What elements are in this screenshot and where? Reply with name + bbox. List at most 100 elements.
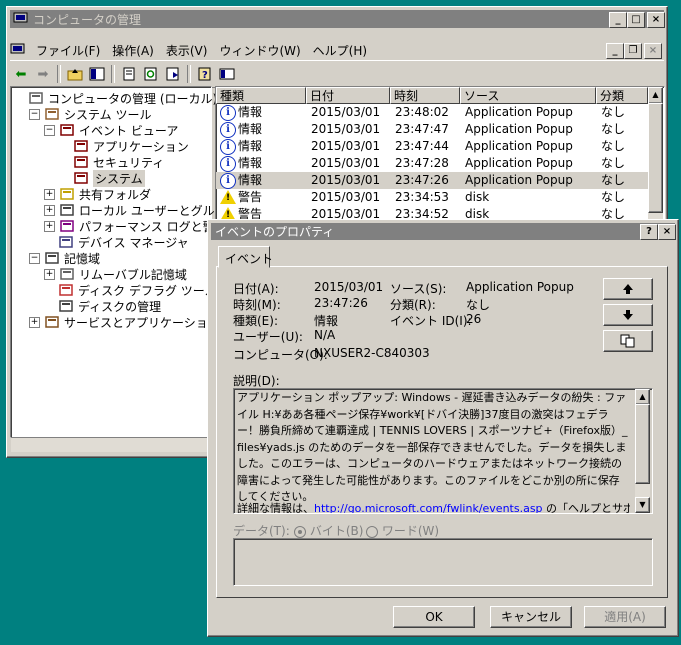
dialog-close-button[interactable]: × [658,224,676,240]
description-textbox[interactable]: アプリケーション ポップアップ: Windows - 遅延書き込みデータの紛失 … [233,388,653,514]
expand-icon[interactable]: + [44,188,55,200]
cell-date: 2015/03/01 [311,173,381,187]
description-scroll-down[interactable]: ▼ [635,497,650,513]
tree-item-label: システム ツール [64,107,152,122]
cancel-button[interactable]: キャンセル [490,606,572,628]
tree-item-label: パフォーマンス ログと警告 [79,219,227,234]
expand-icon[interactable]: + [44,220,55,232]
help-icon[interactable]: ? [194,64,216,84]
description-vscroll[interactable]: ▲ ▼ [635,389,650,513]
data-label: データ(T): [233,524,290,538]
copy-button[interactable] [603,330,653,352]
tree-item[interactable]: − イベント ビューア [44,122,178,138]
description-link[interactable]: http://go.microsoft.com/fwlink/events.as… [314,502,543,513]
cell-category: なし [601,122,626,136]
radio-bytes-icon [294,525,306,538]
disk-icon [58,299,74,313]
apply-button[interactable]: 適用(A) [584,606,666,628]
column-header-source[interactable]: ソース [460,87,596,104]
user-label: ユーザー(U): [233,330,303,344]
cell-source: Application Popup [465,105,573,119]
up-folder-icon[interactable] [64,64,86,84]
dialog-titlebar[interactable]: イベントのプロパティ [211,223,675,240]
refresh-icon[interactable] [140,64,162,84]
event-row[interactable]: ! 警告 2015/03/01 23:34:53 disk なし [216,189,648,206]
column-header-type[interactable]: 種類 [216,87,306,104]
info-icon: i [220,139,236,155]
main-window-title: コンピュータの管理 [33,12,142,27]
description-scroll-up[interactable]: ▲ [635,389,650,405]
collapse-icon[interactable]: − [29,252,40,264]
event-row[interactable]: i 情報 2015/03/01 23:47:26 Application Popup なし [216,172,648,189]
next-event-button[interactable] [603,304,653,326]
event-row[interactable]: i 情報 2015/03/01 23:47:44 Application Popup なし [216,138,648,155]
cell-type: 情報 [238,156,263,170]
tree-item-label: ディスク デフラグ ツール [78,283,217,298]
column-header-date[interactable]: 日付 [306,87,390,104]
collapse-icon[interactable]: − [44,124,55,136]
user-value: N/A [314,328,336,342]
expand-icon[interactable]: + [29,316,40,328]
tree-item[interactable]: − 記憶域 [29,250,100,266]
menu-action[interactable]: 操作(A) [106,42,160,59]
column-header-time[interactable]: 時刻 [390,87,460,104]
ok-button[interactable]: OK [393,606,475,628]
maximize-button[interactable]: □ [627,12,645,28]
radio-bytes[interactable]: バイト(B) [294,522,363,539]
show-tree-icon[interactable] [86,64,108,84]
minimize-button[interactable]: _ [609,12,627,28]
cell-date: 2015/03/01 [311,156,381,170]
collapse-icon[interactable]: − [29,108,40,120]
menu-view[interactable]: 表示(V) [160,42,214,59]
data-textbox[interactable] [233,538,653,586]
tree-item[interactable]: + リムーバブル記憶域 [44,266,187,282]
tree-item[interactable]: + ローカル ユーザーとグループ [44,202,238,218]
export-list-icon[interactable] [162,64,184,84]
computer-value: NXUSER2-C840303 [314,346,430,360]
tree-item[interactable]: システム [59,169,145,187]
cell-type: 情報 [238,173,263,187]
tree-item[interactable]: セキュリティ [59,154,164,170]
expand-icon[interactable]: + [44,268,55,280]
tree-item[interactable]: コンピュータの管理 (ローカル) [14,90,217,106]
close-button[interactable]: × [647,12,665,28]
menu-help[interactable]: ヘルプ(H) [307,42,373,59]
tree-item-label: サービスとアプリケーション [64,315,220,330]
menu-file[interactable]: ファイル(F) [30,42,106,59]
scroll-thumb[interactable] [648,103,663,213]
tree-item[interactable]: + パフォーマンス ログと警告 [44,218,227,234]
console-icon[interactable] [216,64,238,84]
forward-arrow-icon[interactable]: ➡ [32,64,54,84]
menu-window[interactable]: ウィンドウ(W) [213,42,306,59]
scroll-up-button[interactable]: ▲ [648,87,663,104]
expand-icon[interactable]: + [44,204,55,216]
tree-item[interactable]: ディスク デフラグ ツール [44,282,217,298]
back-arrow-icon[interactable]: ⬅ [10,64,32,84]
dialog-help-button[interactable]: ? [640,224,658,240]
tree-item[interactable]: デバイス マネージャ [44,234,189,250]
source-label: ソース(S): [390,282,447,296]
event-row[interactable]: i 情報 2015/03/01 23:47:47 Application Popup なし [216,121,648,138]
tree-pane[interactable]: コンピュータの管理 (ローカル) − システム ツール − イベント ビューア アプリケー… [10,86,238,438]
tree-item[interactable]: ディスクの管理 [44,298,161,314]
child-close-button[interactable]: × [644,43,662,59]
tree-item[interactable]: + 共有フォルダ [44,186,151,202]
previous-event-button[interactable] [603,278,653,300]
description-more-suffix: の「ヘルプとサポート [546,502,630,514]
child-restore-button[interactable]: ❐ [624,43,642,59]
child-minimize-button[interactable]: _ [606,43,624,59]
tree-item[interactable]: アプリケーション [59,138,189,154]
radio-words[interactable]: ワード(W) [366,522,439,539]
tree-item[interactable]: + サービスとアプリケーション [29,314,220,330]
info-icon: i [220,173,236,189]
event-row[interactable]: i 情報 2015/03/01 23:47:28 Application Popup なし [216,155,648,172]
tree-item-label: セキュリティ [93,155,165,170]
tree-hscroll[interactable] [11,437,211,452]
tree-item[interactable]: − システム ツール [29,106,151,122]
tab-event[interactable]: イベント [218,246,273,268]
column-header-category[interactable]: 分類 [596,87,648,104]
description-scroll-thumb[interactable] [635,404,650,484]
properties-icon[interactable] [118,64,140,84]
event-row[interactable]: i 情報 2015/03/01 23:48:02 Application Popup なし [216,104,648,121]
main-titlebar[interactable]: コンピュータの管理 [10,10,664,28]
